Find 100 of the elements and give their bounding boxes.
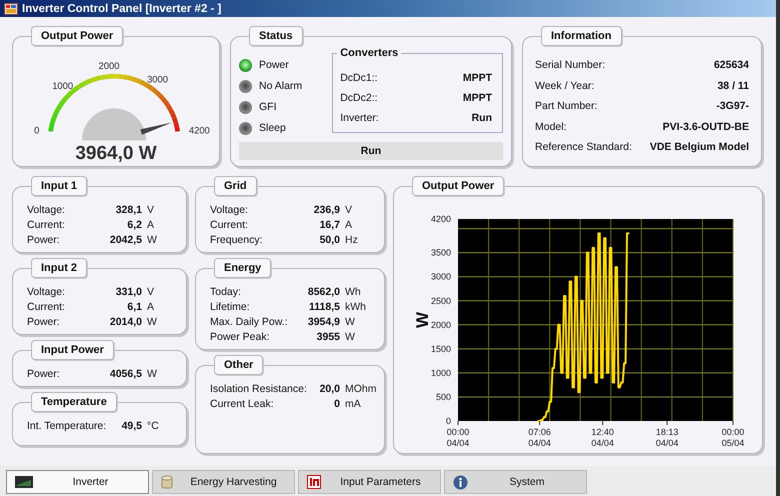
field-label: Today: [210,286,242,298]
field-label: Frequency: [210,234,264,246]
panel-title: Input 2 [31,258,88,278]
y-tick-label: 3000 [430,272,451,282]
unit-label: A [344,218,354,230]
field-value: 50,0 [320,234,340,246]
field-value: MPPT [462,92,492,106]
unit-label: A [146,300,156,312]
field-label: Part Number: [535,100,598,114]
field-label: Serial Number: [535,59,606,73]
field-label: Current: [27,218,66,230]
field-value: 8562,0 [308,286,340,298]
field-value: 328,1 [116,204,142,216]
info-icon [453,474,468,490]
field-value: VDE Belgium Model [650,141,749,155]
gauge-scale-label: 4200 [188,124,210,136]
field-value: 16,7 [320,218,340,230]
tab[interactable]: Energy Harvesting [152,470,295,494]
field-label: Int. Temperature: [27,420,108,432]
unit-label: Hz [344,234,359,246]
gauge-scale-label: 1000 [52,80,74,91]
y-tick-label: 500 [436,392,451,402]
y-tick-label: 2000 [430,320,451,330]
y-tick-label: 1000 [430,368,451,378]
gauge-scale-label: 0 [34,124,40,136]
unit-label: V [146,204,156,216]
field-label: Voltage: [27,286,66,298]
field-value: 331,0 [116,286,142,298]
panel-title: Output Power [412,176,504,196]
unit-label: V [146,286,156,298]
field-label: Power: [27,234,61,246]
panel-title: Information [541,26,622,46]
field-value: 38 / 11 [717,80,749,94]
field-label: Isolation Resistance: [210,382,308,394]
field-value: 3955 [316,330,340,342]
field-value: 625634 [714,59,749,73]
field-value: 2042,5 [110,234,142,246]
field-value: Run [472,112,492,126]
panel-title: Input Power [31,340,114,360]
field-label: Model: [535,120,567,134]
indicator-label: No Alarm [259,80,302,92]
indicator-label: GFI [259,101,276,113]
field-value: 1118,5 [309,300,340,312]
x-tick-label: 00:00 04/04 [446,427,470,448]
y-tick-label: 4200 [430,214,451,224]
x-tick-label: 12:40 04/04 [591,427,614,448]
field-label: DcDc2:: [340,92,378,106]
x-tick-label: 18:13 04/04 [656,427,678,448]
tab[interactable]: Input Parameters [298,470,441,494]
window-title: Inverter Control Panel [Inverter #2 - ] [22,2,222,14]
field-value: 2014,0 [110,316,142,328]
field-value: 0 [334,398,340,410]
gauge-needle [140,122,172,135]
tab[interactable]: Inverter [6,470,149,494]
panel-title: Energy [214,258,272,278]
unit-label: W [146,234,158,246]
unit-label: W [344,330,356,342]
field-value: 6,1 [127,300,142,312]
panel-title: Temperature [31,392,117,412]
x-tick-label: 07:06 04/04 [528,427,551,448]
field-label: Voltage: [210,204,249,216]
cylinder-icon [161,475,173,489]
field-label: Power: [27,368,61,380]
field-label: Power Peak: [210,330,271,342]
y-tick-label: 2500 [430,296,451,306]
tab[interactable]: System [444,470,587,494]
power-reading: 3964,0 W [74,143,158,165]
framed-square-icon [307,475,321,489]
unit-label: W [146,368,158,380]
panel-title: Input 1 [31,176,88,196]
unit-label: A [146,218,156,230]
window-icon [4,2,18,14]
y-tick-label: 3500 [430,248,451,258]
field-label: Inverter: [340,112,379,126]
field-value: 20,0 [320,382,340,394]
group-title: Converters [337,47,402,59]
panel-title: Status [249,26,303,46]
indicator-label: Sleep [259,122,286,134]
field-value: MPPT [462,72,492,86]
panel-title: Grid [214,176,257,196]
gauge-scale-label: 2000 [98,60,120,71]
unit-label: V [344,204,354,216]
panel-title: Other [214,355,264,375]
unit-label: kWh [344,300,367,312]
field-label: Lifetime: [210,300,251,312]
field-label: Power: [27,316,61,328]
device-icon [15,476,33,488]
indicator-label: Power [259,59,289,71]
unit-label: Wh [344,286,362,298]
field-label: Current Leak: [210,398,275,410]
gauge-hub [82,108,146,140]
field-value: -3G97- [716,100,749,114]
field-value: PVI-3.6-OUTD-BE [662,120,749,134]
field-label: Current: [210,218,249,230]
field-value: 4056,5 [110,368,142,380]
y-tick-label: 0 [446,416,451,426]
field-label: Voltage: [27,204,66,216]
field-label: Week / Year: [535,80,594,94]
unit-label: W [344,316,356,328]
x-tick-label: 00:00 05/04 [722,427,744,448]
